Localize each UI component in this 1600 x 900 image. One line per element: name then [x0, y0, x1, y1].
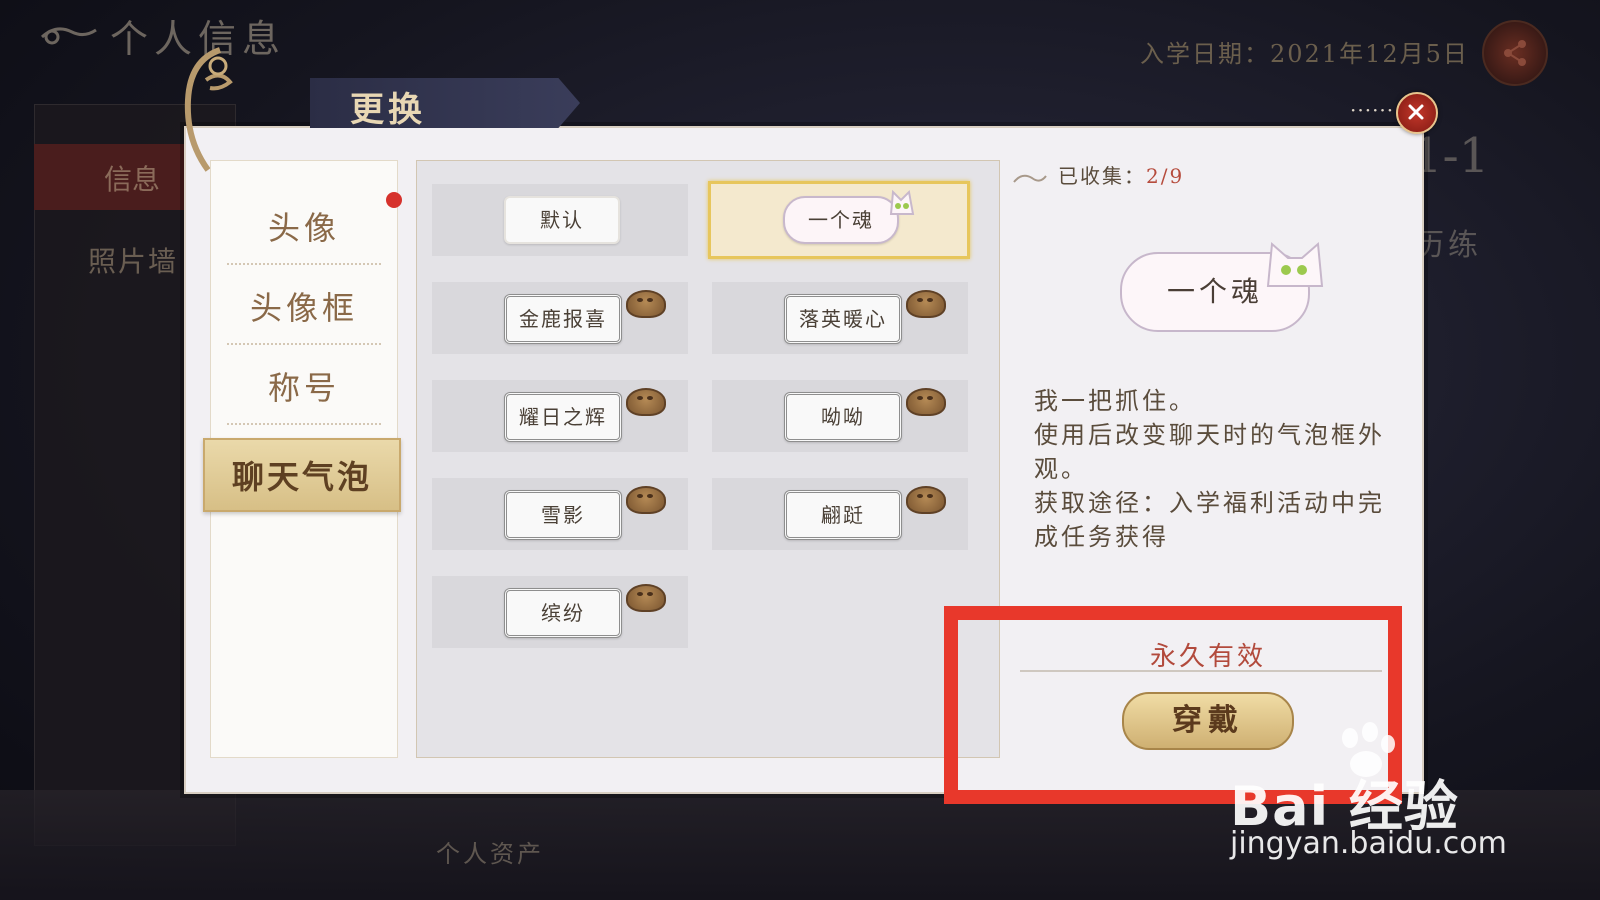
back-icon[interactable] [38, 22, 98, 52]
dialog-title: 更换 [350, 90, 426, 130]
bubble-item-jinlubaoxi[interactable]: 金鹿报喜 [432, 282, 688, 354]
coin-icon [906, 290, 946, 318]
item-description: 我一把抓住。 使用后改变聊天时的气泡框外观。 获取途径：入学福利活动中完成任务获… [1034, 387, 1385, 551]
assets-label: 个人资产 [436, 840, 544, 868]
share-button[interactable] [1482, 20, 1548, 86]
category-avatar[interactable]: 头像 [211, 183, 397, 263]
coin-icon [626, 486, 666, 514]
bubble-label: 耀日之辉 [504, 392, 622, 442]
bubble-label: 金鹿报喜 [504, 294, 622, 344]
coin-icon [626, 388, 666, 416]
divider [227, 423, 381, 425]
category-title[interactable]: 称号 [211, 343, 397, 423]
bubble-item-binfen[interactable]: 缤纷 [432, 576, 688, 648]
notification-dot [386, 192, 402, 208]
category-avatar-frame[interactable]: 头像框 [211, 263, 397, 343]
close-icon [1408, 104, 1424, 120]
cat-icon [889, 189, 915, 215]
coin-icon [906, 388, 946, 416]
bubble-label: 一个魂 [783, 196, 899, 244]
tab-photo-wall[interactable]: 照片墙 [88, 240, 178, 280]
bubble-item-xueying[interactable]: 雪影 [432, 478, 688, 550]
bubble-item-youyou[interactable]: 呦呦 [712, 380, 968, 452]
collected-count: 已收集：2/9 [1058, 164, 1185, 188]
coin-icon [906, 486, 946, 514]
enroll-date: 入学日期：2021年12月5日 [1140, 40, 1469, 68]
category-chat-bubble[interactable]: 聊天气泡 [203, 438, 401, 512]
bubble-item-pianxian[interactable]: 翩跹 [712, 478, 968, 550]
bubble-item-luoyingnuanxin[interactable]: 落英暖心 [712, 282, 968, 354]
share-icon [1504, 40, 1526, 66]
bubble-label: 默认 [504, 196, 620, 244]
cat-icon [1266, 241, 1324, 287]
coin-icon [626, 290, 666, 318]
bubble-item-yigehun[interactable]: 一个魂 [708, 181, 970, 259]
bubble-label: 呦呦 [784, 392, 902, 442]
bubble-item-yaorizhihui[interactable]: 耀日之辉 [432, 380, 688, 452]
phoenix-ornament-icon [184, 47, 233, 172]
bubble-label: 落英暖心 [784, 294, 902, 344]
cloud-swirl-icon [1013, 174, 1047, 183]
coin-icon [626, 584, 666, 612]
bubble-label: 缤纷 [504, 588, 622, 638]
training-text: 历练 [1414, 228, 1482, 263]
header-dots: ······ [1350, 98, 1395, 122]
bubble-label: 翩跹 [784, 490, 902, 540]
bubble-label: 雪影 [504, 490, 622, 540]
bubble-item-default[interactable]: 默认 [432, 184, 688, 256]
close-button[interactable] [1396, 92, 1438, 134]
watermark-url: jingyan.baidu.com [1230, 826, 1507, 861]
